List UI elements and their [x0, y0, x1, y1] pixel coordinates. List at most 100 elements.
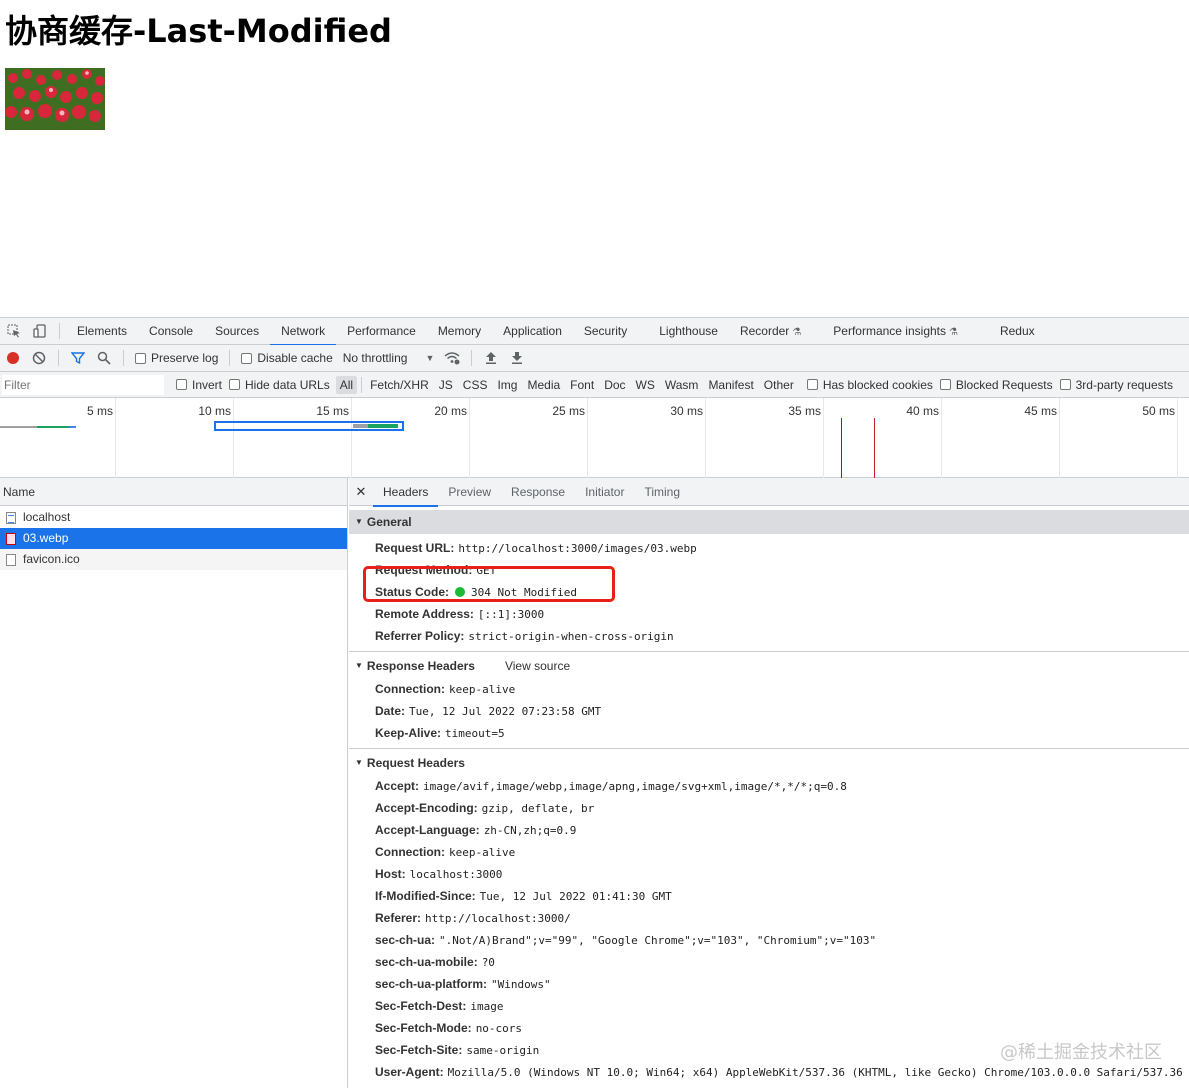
header-value[interactable]: keep-alive [449, 846, 515, 859]
tab-recorder[interactable]: Recorder ⚗ [729, 318, 812, 345]
header-value[interactable]: image/avif,image/webp,image/apng,image/s… [423, 780, 847, 793]
tick-label: 5 ms [86, 404, 113, 418]
tab-elements[interactable]: Elements [66, 318, 138, 345]
preserve-log-checkbox[interactable]: Preserve log [135, 351, 218, 365]
tab-performance-insights-label: Performance insights [833, 323, 946, 338]
tab-console[interactable]: Console [138, 318, 204, 345]
request-headers-list: Accept: image/avif,image/webp,image/apng,… [349, 775, 1189, 1083]
network-overview-timeline[interactable]: 5 ms 10 ms 15 ms 20 ms 25 ms 30 ms 35 ms… [0, 398, 1189, 478]
header-value[interactable]: Mozilla/5.0 (Windows NT 10.0; Win64; x64… [448, 1066, 1183, 1079]
header-value[interactable]: [::1]:3000 [478, 608, 544, 621]
watermark: @稀土掘金技术社区 [1000, 1042, 1162, 1063]
has-blocked-cookies-checkbox[interactable]: Has blocked cookies [806, 378, 933, 392]
header-key: Connection: [375, 682, 445, 696]
view-source-link[interactable]: View source [505, 654, 570, 678]
tab-memory[interactable]: Memory [427, 318, 492, 345]
request-row-localhost[interactable]: localhost [0, 507, 347, 528]
header-value[interactable]: no-cors [476, 1022, 522, 1035]
filter-type-other[interactable]: Other [760, 376, 798, 394]
tab-application[interactable]: Application [492, 318, 573, 345]
throttling-select[interactable]: No throttling ▼ [343, 351, 435, 365]
header-row: Request URL: http://localhost:3000/images… [349, 537, 1189, 559]
header-value[interactable]: "Windows" [491, 978, 551, 991]
tab-security[interactable]: Security [573, 318, 638, 345]
tab-network[interactable]: Network [270, 318, 337, 346]
header-value[interactable]: zh-CN,zh;q=0.9 [484, 824, 577, 837]
request-row-favicon[interactable]: favicon.ico [0, 549, 347, 570]
disable-cache-checkbox[interactable]: Disable cache [241, 351, 333, 365]
tab-performance[interactable]: Performance [336, 318, 427, 345]
filter-type-doc[interactable]: Doc [600, 376, 629, 394]
filter-icon[interactable] [70, 350, 86, 366]
header-value[interactable]: strict-origin-when-cross-origin [468, 630, 673, 643]
header-row: Remote Address: [::1]:3000 [349, 603, 1189, 625]
header-value[interactable]: Tue, 12 Jul 2022 01:41:30 GMT [480, 890, 672, 903]
checkbox-box[interactable] [806, 379, 818, 390]
third-party-requests-checkbox[interactable]: 3rd-party requests [1059, 378, 1173, 392]
tick-label: 25 ms [552, 404, 585, 418]
tab-preview[interactable]: Preview [438, 478, 501, 506]
checkbox-box[interactable] [176, 379, 187, 390]
filter-type-wasm[interactable]: Wasm [661, 376, 703, 394]
checkbox-box[interactable] [229, 379, 241, 390]
hide-data-urls-checkbox[interactable]: Hide data URLs [229, 378, 330, 392]
header-row: If-Modified-Since: Tue, 12 Jul 2022 01:41… [349, 885, 1189, 907]
record-icon[interactable] [5, 350, 21, 366]
checkbox-box[interactable] [135, 352, 146, 364]
grid-line [823, 398, 824, 478]
invert-checkbox[interactable]: Invert [176, 378, 222, 392]
filter-type-fetch-xhr[interactable]: Fetch/XHR [366, 376, 433, 394]
filter-type-ws[interactable]: WS [632, 376, 659, 394]
name-column-header[interactable]: Name [0, 478, 347, 506]
tab-timing[interactable]: Timing [634, 478, 690, 506]
header-value[interactable]: same-origin [466, 1044, 539, 1057]
tab-initiator[interactable]: Initiator [575, 478, 634, 506]
filter-type-font[interactable]: Font [566, 376, 598, 394]
tab-sources[interactable]: Sources [204, 318, 270, 345]
filter-type-all[interactable]: All [335, 375, 358, 394]
checkbox-box[interactable] [1059, 379, 1071, 390]
header-value[interactable]: Tue, 12 Jul 2022 07:23:58 GMT [409, 705, 601, 718]
header-value[interactable]: keep-alive [449, 683, 515, 696]
header-value[interactable]: timeout=5 [445, 727, 505, 740]
tab-lighthouse[interactable]: Lighthouse [648, 318, 729, 345]
request-headers-section-header[interactable]: ▼ Request Headers [349, 751, 1189, 775]
close-icon[interactable]: ✕ [349, 484, 373, 500]
filter-type-manifest[interactable]: Manifest [704, 376, 757, 394]
tab-headers[interactable]: Headers [373, 478, 439, 507]
checkbox-box[interactable] [939, 379, 951, 390]
tick-label: 35 ms [788, 404, 821, 418]
checkbox-box[interactable] [241, 352, 253, 364]
header-row: Host: localhost:3000 [349, 863, 1189, 885]
header-value[interactable]: gzip, deflate, br [482, 802, 595, 815]
grid-line [1177, 398, 1178, 478]
header-value[interactable]: ".Not/A)Brand";v="99", "Google Chrome";v… [439, 934, 876, 947]
header-value[interactable]: http://localhost:3000/images/03.webp [458, 542, 696, 555]
response-headers-section-header[interactable]: ▼ Response Headers View source [349, 654, 1189, 678]
export-har-icon[interactable] [509, 350, 525, 366]
tab-redux[interactable]: Redux [989, 318, 1046, 345]
header-value[interactable]: http://localhost:3000/ [425, 912, 571, 925]
filter-type-js[interactable]: JS [435, 376, 457, 394]
filter-type-img[interactable]: Img [493, 376, 521, 394]
filter-input[interactable] [2, 374, 164, 395]
header-row: Accept-Encoding: gzip, deflate, br [349, 797, 1189, 819]
general-section-header[interactable]: ▼ General [349, 510, 1189, 534]
filter-type-media[interactable]: Media [523, 376, 564, 394]
device-toolbar-icon[interactable] [32, 323, 48, 339]
clear-icon[interactable] [31, 350, 47, 366]
request-row-03-webp[interactable]: 03.webp [0, 528, 347, 549]
header-value[interactable]: localhost:3000 [410, 868, 503, 881]
header-value[interactable]: image [470, 1000, 503, 1013]
inspect-element-icon[interactable] [6, 323, 22, 339]
tab-response[interactable]: Response [501, 478, 575, 506]
blocked-requests-checkbox[interactable]: Blocked Requests [939, 378, 1053, 392]
network-conditions-icon[interactable] [444, 350, 460, 366]
tab-recorder-label: Recorder [739, 323, 790, 338]
search-icon[interactable] [96, 350, 112, 366]
header-value[interactable]: ?0 [482, 956, 495, 969]
import-har-icon[interactable] [483, 350, 499, 366]
tab-performance-insights[interactable]: Performance insights ⚗ [822, 318, 969, 345]
filter-type-css[interactable]: CSS [459, 376, 492, 394]
details-tab-bar: ✕ Headers Preview Response Initiator Tim… [349, 478, 1189, 507]
